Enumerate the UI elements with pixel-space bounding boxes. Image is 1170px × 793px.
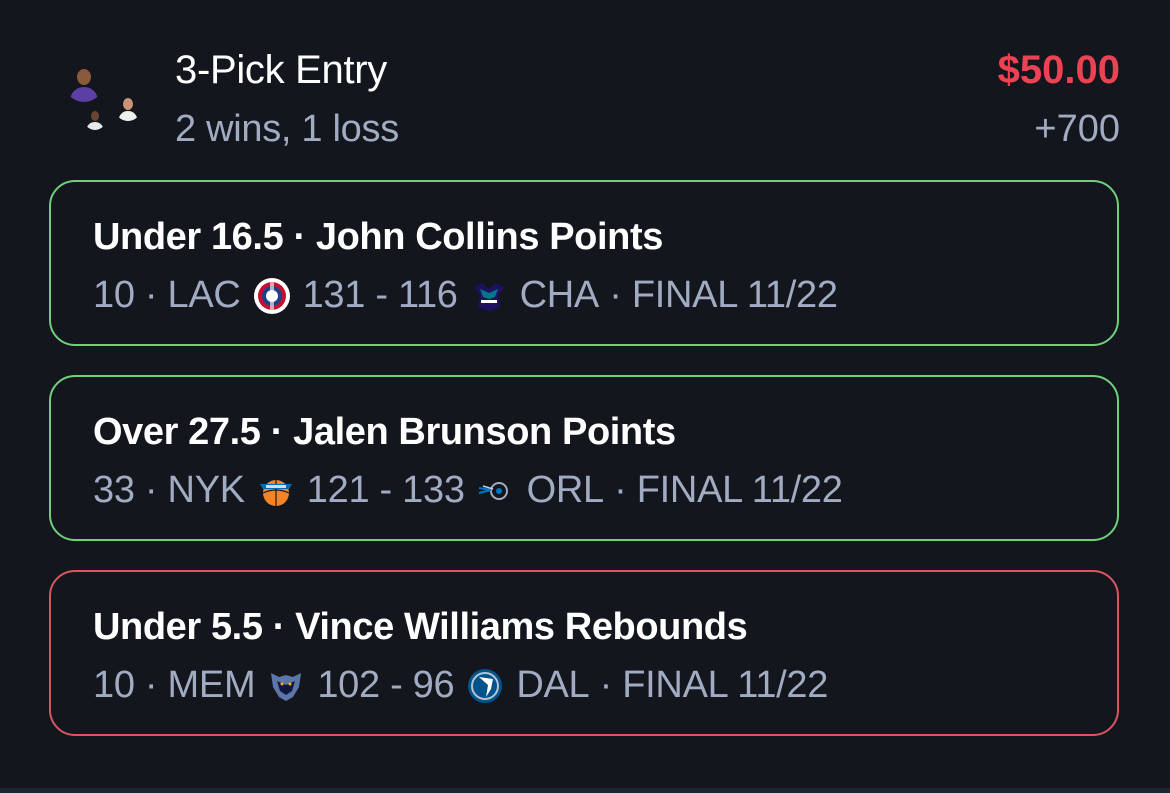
team-a-label: NYK (167, 469, 246, 511)
game-score: 102 - 96 (317, 664, 455, 706)
separator-dot: · (603, 469, 637, 511)
grizzlies-logo-icon (267, 667, 305, 705)
separator-dot: · (598, 274, 632, 316)
separator-dot: · (134, 274, 168, 316)
player-avatar-icon (64, 62, 104, 102)
knicks-logo-icon (257, 472, 295, 510)
magic-logo-icon (477, 472, 515, 510)
entry-record: 2 wins, 1 loss (175, 108, 399, 150)
pick-card[interactable]: Under 16.5 · John Collins Points 10 · LA… (49, 180, 1119, 346)
pick-title: Over 27.5 · Jalen Brunson Points (93, 411, 676, 453)
pick-stat: 10 (93, 274, 135, 316)
entry-odds: +700 (1034, 108, 1120, 150)
pick-result-line: 10 · MEM 102 - 96 DAL · FINAL 11/22 (93, 664, 828, 707)
hornets-logo-icon (470, 277, 508, 315)
team-a-label: LAC (167, 274, 241, 316)
clippers-logo-icon (253, 277, 291, 315)
game-status: FINAL 11/22 (631, 274, 838, 316)
team-b-label: DAL (516, 664, 590, 706)
player-avatars (60, 62, 150, 142)
player-avatar-icon (84, 108, 106, 130)
mavericks-logo-icon (466, 667, 504, 705)
player-avatar-icon (115, 95, 141, 121)
entry-amount: $50.00 (997, 48, 1120, 92)
pick-stat: 10 (93, 664, 135, 706)
pick-stat: 33 (93, 469, 135, 511)
bottom-divider (0, 788, 1170, 793)
pick-result-line: 10 · LAC 131 - 116 CHA · FINAL 11/22 (93, 274, 838, 317)
separator-dot: · (134, 469, 168, 511)
pick-result-line: 33 · NYK 121 - 133 ORL · FINAL 11/22 (93, 469, 843, 512)
pick-title: Under 5.5 · Vince Williams Rebounds (93, 606, 748, 648)
entry-title: 3-Pick Entry (175, 48, 388, 92)
game-status: FINAL 11/22 (622, 664, 829, 706)
entry-header[interactable]: 3-Pick Entry 2 wins, 1 loss $50.00 +700 (0, 0, 1170, 170)
game-status: FINAL 11/22 (636, 469, 843, 511)
pick-title: Under 16.5 · John Collins Points (93, 216, 663, 258)
game-score: 121 - 133 (306, 469, 465, 511)
team-b-label: CHA (519, 274, 600, 316)
pick-card[interactable]: Over 27.5 · Jalen Brunson Points 33 · NY… (49, 375, 1119, 541)
game-score: 131 - 116 (302, 274, 458, 316)
team-a-label: MEM (167, 664, 256, 706)
separator-dot: · (134, 664, 168, 706)
pick-card[interactable]: Under 5.5 · Vince Williams Rebounds 10 ·… (49, 570, 1119, 736)
team-b-label: ORL (526, 469, 605, 511)
separator-dot: · (589, 664, 623, 706)
